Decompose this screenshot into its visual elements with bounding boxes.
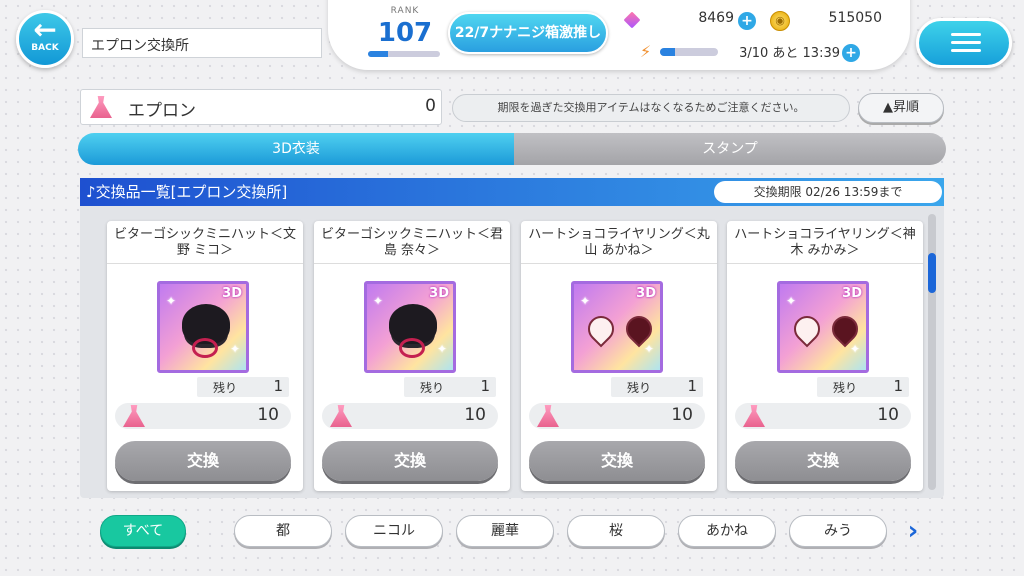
remaining-label: 残り	[420, 381, 445, 395]
back-arrow-icon: ←	[33, 13, 57, 46]
sparkle-icon: ✦	[230, 342, 241, 356]
sparkle-icon: ✦	[437, 342, 448, 356]
cost-value: 10	[257, 405, 279, 425]
item-thumbnail[interactable]: 3D ✦ ✦	[777, 281, 869, 373]
coin-icon: ◉	[770, 11, 790, 31]
add-gems-button[interactable]: +	[738, 12, 756, 30]
filter-reika[interactable]: 麗華	[456, 515, 554, 547]
exchange-item-card: ビターゴシックミニハット＜君島 奈々＞ 3D ✦ ✦ 残り 1 10 交換	[314, 221, 510, 491]
earring-left-image	[582, 310, 620, 348]
stamina-progress-bar	[660, 48, 718, 56]
sparkle-icon: ✦	[786, 294, 797, 308]
sort-ascending-button[interactable]: ▲昇順	[858, 93, 944, 123]
item-title: ビターゴシックミニハット＜君島 奈々＞	[320, 227, 503, 258]
cost-value: 10	[671, 405, 693, 425]
remaining-value: 1	[480, 377, 490, 395]
stamina-progress-fill	[660, 48, 675, 56]
ribbon-image	[399, 338, 425, 358]
filter-miu[interactable]: みう	[789, 515, 887, 547]
3d-badge-icon: 3D	[429, 286, 449, 301]
exchange-item-card: ビターゴシックミニハット＜文野 ミコ＞ 3D ✦ ✦ 残り 1 10 交換	[107, 221, 303, 491]
menu-button[interactable]	[916, 18, 1012, 68]
stamina-status: 3/10 あと 13:39	[739, 46, 840, 61]
item-title: ハートショコライヤリング＜丸山 あかね＞	[528, 227, 710, 258]
remaining-label: 残り	[833, 381, 858, 395]
exchange-button[interactable]: 交換	[735, 441, 911, 481]
page-title: エプロン交換所	[82, 28, 322, 58]
cost-value: 10	[877, 405, 899, 425]
divider	[727, 263, 923, 264]
ribbon-image	[192, 338, 218, 358]
sparkle-icon: ✦	[850, 342, 861, 356]
divider	[521, 263, 717, 264]
remaining-label: 残り	[627, 381, 652, 395]
item-thumbnail[interactable]: 3D ✦ ✦	[364, 281, 456, 373]
expiry-notice: 期限を過ぎた交換用アイテムはなくなるためご注意ください。	[452, 94, 850, 122]
rank-label: RANK	[390, 6, 420, 16]
divider	[107, 263, 303, 264]
filter-miyako[interactable]: 都	[234, 515, 332, 547]
item-title: ハートショコライヤリング＜神木 みかみ＞	[734, 227, 916, 258]
tab-stamp[interactable]: スタンプ	[514, 133, 946, 165]
sparkle-icon: ✦	[580, 294, 591, 308]
remaining-value: 1	[273, 377, 283, 395]
rank-progress-fill	[368, 51, 389, 57]
item-thumbnail[interactable]: 3D ✦ ✦	[157, 281, 249, 373]
divider	[314, 263, 510, 264]
exchange-button[interactable]: 交換	[529, 441, 705, 481]
gem-count: 8469	[698, 10, 734, 26]
filter-nicole[interactable]: ニコル	[345, 515, 443, 547]
remaining-value: 1	[893, 377, 903, 395]
chevron-right-icon[interactable]: ›	[902, 514, 924, 548]
event-banner-button[interactable]: 22/7ナナニジ箱激推し	[448, 12, 608, 54]
scrollbar-thumb[interactable]	[928, 253, 936, 293]
rank-progress-bar	[368, 51, 440, 57]
filter-sakura[interactable]: 桜	[567, 515, 665, 547]
cost-value: 10	[464, 405, 486, 425]
tab-3d-costume[interactable]: 3D衣装	[78, 133, 514, 165]
exchange-item-card: ハートショコライヤリング＜神木 みかみ＞ 3D ✦ ✦ 残り 1 10 交換	[727, 221, 923, 491]
remaining-label: 残り	[213, 381, 238, 395]
sparkle-icon: ✦	[373, 294, 384, 308]
filter-akane[interactable]: あかね	[678, 515, 776, 547]
exchange-item-card: ハートショコライヤリング＜丸山 あかね＞ 3D ✦ ✦ 残り 1 10 交換	[521, 221, 717, 491]
exchange-button[interactable]: 交換	[322, 441, 498, 481]
filter-all[interactable]: すべて	[100, 515, 186, 547]
item-count: 0	[425, 96, 436, 116]
earring-left-image	[788, 310, 826, 348]
3d-badge-icon: 3D	[222, 286, 242, 301]
exchange-deadline: 交換期限 02/26 13:59まで	[714, 181, 942, 203]
3d-badge-icon: 3D	[842, 286, 862, 301]
exchange-button[interactable]: 交換	[115, 441, 291, 481]
item-name: エプロン	[128, 101, 196, 121]
back-label: BACK	[31, 43, 59, 53]
stamina-icon: ⚡	[640, 42, 652, 61]
remaining-value: 1	[687, 377, 697, 395]
rank-value: 107	[377, 18, 433, 48]
item-thumbnail[interactable]: 3D ✦ ✦	[571, 281, 663, 373]
add-stamina-button[interactable]: +	[842, 44, 860, 62]
item-title: ビターゴシックミニハット＜文野 ミコ＞	[113, 227, 296, 258]
back-button[interactable]: ← BACK	[16, 10, 74, 68]
coin-count: 515050	[828, 10, 882, 26]
3d-badge-icon: 3D	[636, 286, 656, 301]
sparkle-icon: ✦	[644, 342, 655, 356]
sparkle-icon: ✦	[166, 294, 177, 308]
